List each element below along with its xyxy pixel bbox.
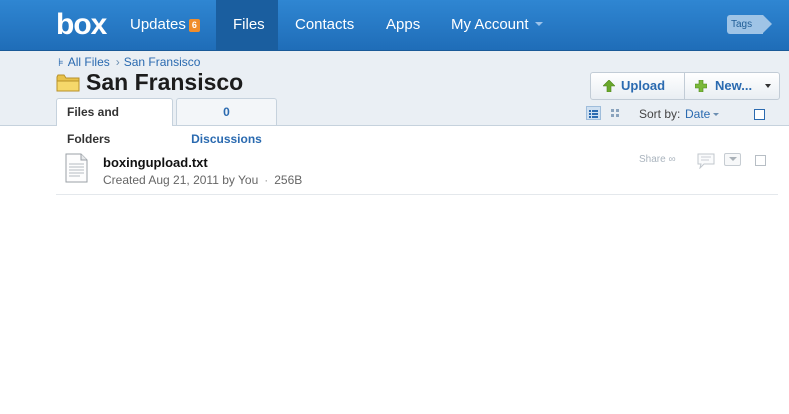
nav-files[interactable]: Files	[216, 0, 278, 50]
sort-dropdown[interactable]: Date	[685, 107, 720, 121]
tags-label: Tags	[731, 19, 753, 30]
menu-caret	[729, 157, 737, 161]
nav-apps[interactable]: Apps	[369, 0, 437, 50]
breadcrumb-current[interactable]: San Fransisco	[124, 55, 201, 69]
file-meta: Created Aug 21, 2011 by You · 256B	[103, 173, 302, 187]
row-checkbox[interactable]	[755, 155, 766, 166]
nav-apps-label: Apps	[386, 16, 421, 33]
file-created: Created Aug 21, 2011 by You	[103, 173, 259, 187]
tab-files-and-folders-label: Files and Folders	[67, 105, 120, 146]
box-logo[interactable]: box	[56, 8, 107, 42]
action-button-group: Upload New...	[590, 72, 780, 100]
chevron-down-icon	[534, 22, 543, 26]
breadcrumb: ⊧ All Files › San Fransisco	[58, 55, 200, 69]
chevron-down-icon	[713, 113, 720, 116]
file-name[interactable]: boxingupload.txt	[103, 155, 208, 170]
menu-dropdown-icon[interactable]	[724, 153, 741, 166]
tab-discussions-label: 0 Discussions	[191, 105, 262, 146]
upload-label: Upload	[621, 78, 666, 93]
nav-contacts-label: Contacts	[295, 16, 355, 33]
page-title: San Fransisco	[86, 69, 244, 95]
meta-separator: ·	[264, 173, 269, 187]
nav-files-label: Files	[233, 16, 265, 33]
list-lines-glyph	[589, 110, 598, 118]
plus-icon	[695, 80, 707, 92]
upload-button[interactable]: Upload	[591, 73, 685, 99]
new-label: New...	[715, 78, 753, 93]
nav-contacts[interactable]: Contacts	[278, 0, 371, 50]
document-icon	[65, 153, 88, 183]
nav-updates[interactable]: Updates 6	[113, 0, 217, 50]
share-link[interactable]: Share ∞	[639, 154, 676, 165]
tags-button[interactable]: Tags	[727, 15, 772, 34]
top-navigation-bar: box Updates 6 Files Contacts Apps My Acco…	[0, 0, 789, 51]
folder-icon	[56, 74, 80, 92]
nav-updates-label: Updates	[130, 16, 186, 33]
file-row[interactable]: boxingupload.txt Created Aug 21, 2011 by…	[56, 144, 778, 195]
tab-files-and-folders[interactable]: Files and Folders	[56, 98, 173, 146]
tag-icon-point	[763, 15, 772, 33]
sort-label: Sort by:	[639, 107, 681, 121]
caret-down-icon	[765, 84, 771, 88]
breadcrumb-all-files[interactable]: All Files	[68, 55, 110, 69]
nav-my-account-label: My Account	[451, 16, 529, 33]
upload-arrow-icon	[603, 80, 615, 92]
comment-icon[interactable]	[697, 153, 715, 169]
new-button[interactable]: New...	[685, 73, 779, 99]
breadcrumb-separator: ›	[115, 55, 120, 69]
select-all-checkbox[interactable]	[754, 109, 765, 120]
sort-value: Date	[685, 107, 711, 121]
link-icon: ∞	[668, 154, 676, 165]
tree-icon: ⊧	[58, 57, 64, 69]
share-label: Share	[639, 154, 666, 165]
tab-discussions[interactable]: 0 Discussions	[176, 98, 277, 146]
updates-count-badge: 6	[188, 19, 200, 32]
file-size: 256B	[274, 173, 303, 187]
grid-view-icon[interactable]	[610, 108, 620, 118]
nav-my-account[interactable]: My Account	[434, 0, 560, 50]
list-view-icon[interactable]	[586, 106, 601, 120]
